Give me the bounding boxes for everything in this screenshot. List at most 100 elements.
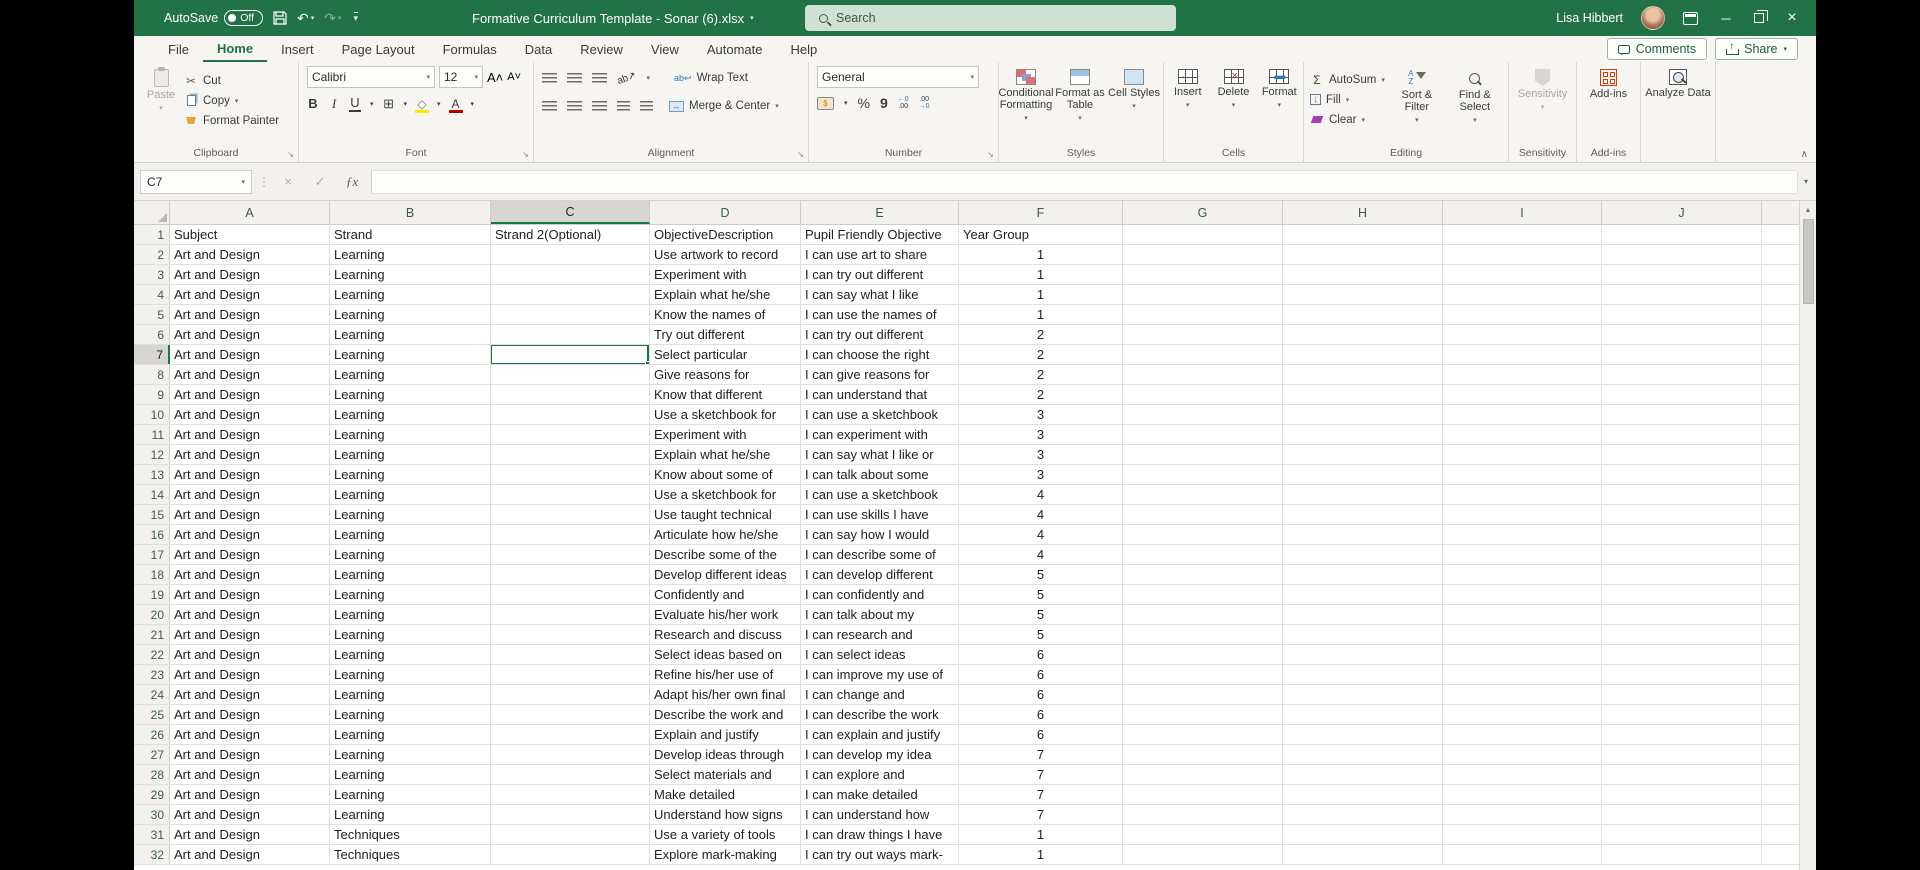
cell-D8[interactable]: Give reasons for (650, 365, 801, 384)
cell-G13[interactable] (1123, 465, 1283, 484)
cell-C25[interactable] (491, 705, 650, 724)
document-title[interactable]: Formative Curriculum Template - Sonar (6… (472, 0, 754, 36)
cell-A21[interactable]: Art and Design (170, 625, 330, 644)
cell-F9[interactable]: 2 (959, 385, 1123, 404)
middle-align-icon[interactable] (567, 72, 582, 84)
row-header-7[interactable]: 7 (134, 345, 170, 364)
cell-H5[interactable] (1283, 305, 1443, 324)
search-box[interactable] (805, 5, 1176, 31)
cut-button[interactable]: ✂ Cut (184, 72, 279, 89)
cell-G2[interactable] (1123, 245, 1283, 264)
cell-F16[interactable]: 4 (959, 525, 1123, 544)
cell-A23[interactable]: Art and Design (170, 665, 330, 684)
row-header-20[interactable]: 20 (134, 605, 170, 624)
cell-J18[interactable] (1602, 565, 1762, 584)
cell-G11[interactable] (1123, 425, 1283, 444)
cell-G19[interactable] (1123, 585, 1283, 604)
top-align-icon[interactable] (542, 72, 557, 84)
increase-font-size-button[interactable]: A˄ (487, 70, 503, 85)
cell-E12[interactable]: I can say what I like or (801, 445, 959, 464)
cell-E1[interactable]: Pupil Friendly Objective (801, 225, 959, 244)
cell-F7[interactable]: 2 (959, 345, 1123, 364)
cell-A15[interactable]: Art and Design (170, 505, 330, 524)
row-header-12[interactable]: 12 (134, 445, 170, 464)
cell-G12[interactable] (1123, 445, 1283, 464)
cell-F30[interactable]: 7 (959, 805, 1123, 824)
column-header-I[interactable]: I (1443, 201, 1602, 224)
cell-J15[interactable] (1602, 505, 1762, 524)
scroll-up-arrow-icon[interactable]: ▲ (1800, 201, 1816, 219)
font-name-select[interactable]: Calibri ▾ (307, 66, 435, 88)
cell-B29[interactable]: Learning (330, 785, 491, 804)
cell-E14[interactable]: I can use a sketchbook (801, 485, 959, 504)
row-header-31[interactable]: 31 (134, 825, 170, 844)
row-header-13[interactable]: 13 (134, 465, 170, 484)
cell-I26[interactable] (1443, 725, 1602, 744)
cell-C24[interactable] (491, 685, 650, 704)
cell-B32[interactable]: Techniques (330, 845, 491, 864)
cell-H29[interactable] (1283, 785, 1443, 804)
increase-indent-icon[interactable] (640, 100, 653, 112)
cell-J10[interactable] (1602, 405, 1762, 424)
cell-I14[interactable] (1443, 485, 1602, 504)
percent-style-button[interactable]: % (858, 95, 870, 111)
tab-formulas[interactable]: Formulas (429, 36, 511, 62)
cell-I9[interactable] (1443, 385, 1602, 404)
cell-J11[interactable] (1602, 425, 1762, 444)
cell-F23[interactable]: 6 (959, 665, 1123, 684)
cell-I29[interactable] (1443, 785, 1602, 804)
cell-C21[interactable] (491, 625, 650, 644)
cell-B9[interactable]: Learning (330, 385, 491, 404)
cell-G1[interactable] (1123, 225, 1283, 244)
cell-H26[interactable] (1283, 725, 1443, 744)
cell-J22[interactable] (1602, 645, 1762, 664)
cell-B5[interactable]: Learning (330, 305, 491, 324)
cell-G6[interactable] (1123, 325, 1283, 344)
cell-J13[interactable] (1602, 465, 1762, 484)
increase-decimal-button[interactable]: ←0.00 (898, 96, 909, 110)
column-header-E[interactable]: E (801, 201, 959, 224)
cell-E2[interactable]: I can use art to share (801, 245, 959, 264)
cell-E17[interactable]: I can describe some of (801, 545, 959, 564)
cell-C13[interactable] (491, 465, 650, 484)
cell-B19[interactable]: Learning (330, 585, 491, 604)
cell-E30[interactable]: I can understand how (801, 805, 959, 824)
cell-D14[interactable]: Use a sketchbook for (650, 485, 801, 504)
autosave-switch[interactable]: Off (224, 10, 264, 26)
cell-E10[interactable]: I can use a sketchbook (801, 405, 959, 424)
clipboard-dialog-launcher[interactable]: ↘ (287, 150, 294, 159)
cell-I7[interactable] (1443, 345, 1602, 364)
cell-E6[interactable]: I can try out different (801, 325, 959, 344)
cell-E19[interactable]: I can confidently and (801, 585, 959, 604)
font-dialog-launcher[interactable]: ↘ (522, 150, 529, 159)
cell-B10[interactable]: Learning (330, 405, 491, 424)
cell-D16[interactable]: Articulate how he/she (650, 525, 801, 544)
cell-J31[interactable] (1602, 825, 1762, 844)
cell-E8[interactable]: I can give reasons for (801, 365, 959, 384)
cell-B23[interactable]: Learning (330, 665, 491, 684)
cell-B13[interactable]: Learning (330, 465, 491, 484)
cell-I11[interactable] (1443, 425, 1602, 444)
row-header-8[interactable]: 8 (134, 365, 170, 384)
cell-D4[interactable]: Explain what he/she (650, 285, 801, 304)
cell-H28[interactable] (1283, 765, 1443, 784)
cell-B18[interactable]: Learning (330, 565, 491, 584)
cell-A16[interactable]: Art and Design (170, 525, 330, 544)
cell-H8[interactable] (1283, 365, 1443, 384)
cell-E16[interactable]: I can say how I would (801, 525, 959, 544)
cell-B30[interactable]: Learning (330, 805, 491, 824)
cell-G7[interactable] (1123, 345, 1283, 364)
cell-G25[interactable] (1123, 705, 1283, 724)
cell-H18[interactable] (1283, 565, 1443, 584)
cell-C14[interactable] (491, 485, 650, 504)
align-left-icon[interactable] (542, 100, 557, 112)
cell-E3[interactable]: I can try out different (801, 265, 959, 284)
column-header-A[interactable]: A (170, 201, 330, 224)
cell-A17[interactable]: Art and Design (170, 545, 330, 564)
row-header-26[interactable]: 26 (134, 725, 170, 744)
cell-E26[interactable]: I can explain and justify (801, 725, 959, 744)
cell-D6[interactable]: Try out different (650, 325, 801, 344)
close-button[interactable]: × (1782, 9, 1802, 27)
orientation-button[interactable]: ab↗ (616, 69, 638, 86)
cell-G18[interactable] (1123, 565, 1283, 584)
